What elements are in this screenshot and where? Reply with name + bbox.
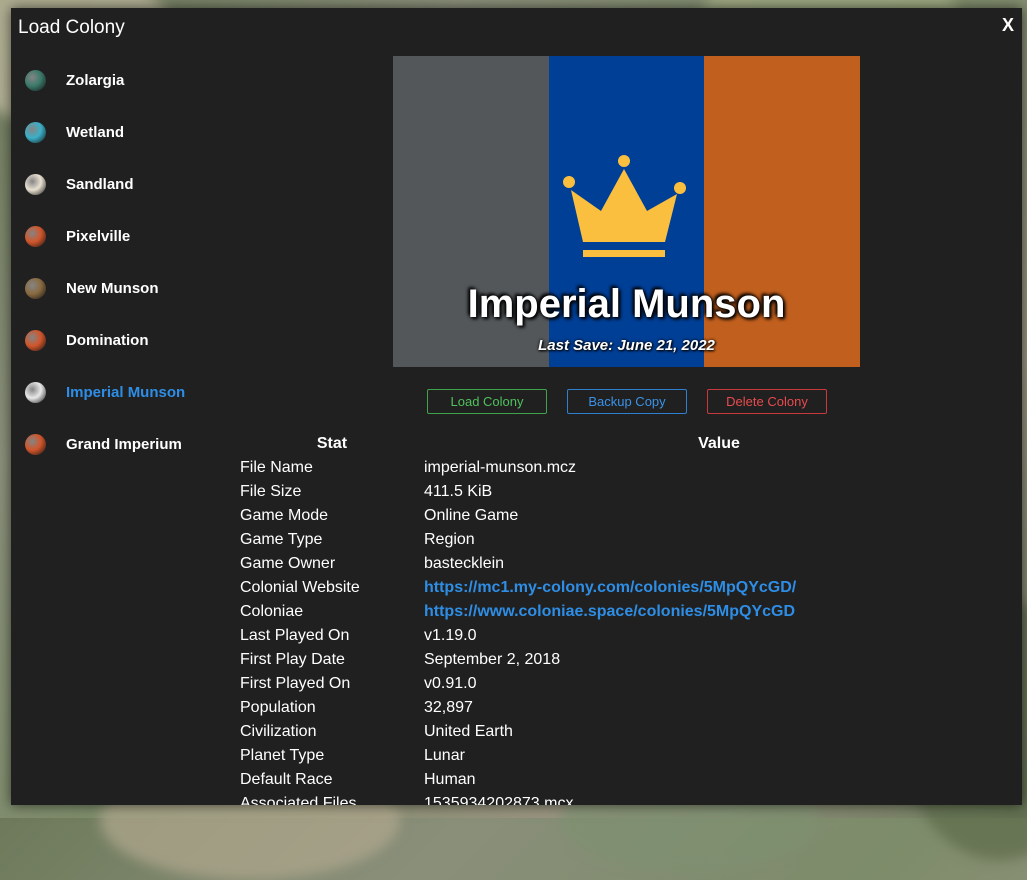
banner-colony-name: Imperial Munson bbox=[467, 282, 786, 326]
stat-label: Game Mode bbox=[240, 507, 329, 524]
colony-item-domination[interactable]: Domination bbox=[23, 314, 223, 366]
planet-lunar-icon bbox=[25, 381, 46, 403]
stat-value: imperial-munson.mcz bbox=[424, 459, 577, 476]
banner-last-save: Last Save: June 21, 2022 bbox=[538, 337, 715, 354]
planet-mars-icon bbox=[25, 329, 46, 351]
stat-label: Colonial Website bbox=[240, 579, 360, 596]
stat-row: Coloniae https://www.coloniae.space/colon… bbox=[240, 600, 1014, 624]
load-colony-dialog: Load Colony X Zolargia Wetland Sandland Pix… bbox=[11, 8, 1022, 805]
close-button[interactable]: X bbox=[1002, 15, 1014, 36]
stat-value: Online Game bbox=[424, 507, 519, 524]
stat-label: Last Played On bbox=[240, 627, 350, 644]
stat-row: Population 32,897 bbox=[240, 696, 1014, 720]
load-colony-button[interactable]: Load Colony bbox=[427, 389, 547, 414]
colony-item-zolargia[interactable]: Zolargia bbox=[23, 54, 223, 106]
planet-sand-icon bbox=[25, 173, 46, 195]
stat-label: Planet Type bbox=[240, 747, 325, 764]
stats-header: Stat Value bbox=[240, 432, 1014, 456]
stat-column-header: Stat bbox=[316, 435, 348, 452]
stat-label: File Size bbox=[240, 483, 302, 500]
stat-value: 32,897 bbox=[424, 699, 473, 716]
colony-banner: Imperial Munson Last Save: June 21, 2022 bbox=[393, 56, 861, 367]
stat-label: Coloniae bbox=[240, 603, 304, 620]
stat-value: Lunar bbox=[424, 747, 465, 764]
colony-item-imperial-munson[interactable]: Imperial Munson bbox=[23, 366, 223, 418]
colony-item-grand-imperium[interactable]: Grand Imperium bbox=[23, 418, 223, 470]
planet-water-icon bbox=[25, 121, 46, 143]
stat-value: v0.91.0 bbox=[424, 675, 477, 692]
stat-label: Default Race bbox=[240, 771, 333, 788]
stat-value: 1535934202873.mcx bbox=[424, 795, 574, 805]
crown-icon bbox=[563, 155, 686, 257]
planet-earthlike-icon bbox=[25, 69, 46, 91]
stat-value: United Earth bbox=[424, 723, 513, 740]
colony-name: Sandland bbox=[66, 175, 134, 193]
stat-label: Population bbox=[240, 699, 316, 716]
colony-item-pixelville[interactable]: Pixelville bbox=[23, 210, 223, 262]
stat-value: Region bbox=[424, 531, 475, 548]
stat-row: File Name imperial-munson.mcz bbox=[240, 456, 1014, 480]
stat-row: Last Played On v1.19.0 bbox=[240, 624, 1014, 648]
stat-value: Human bbox=[424, 771, 476, 788]
colony-name: Grand Imperium bbox=[66, 435, 182, 453]
delete-colony-button[interactable]: Delete Colony bbox=[707, 389, 827, 414]
colony-name: Domination bbox=[66, 331, 149, 349]
colony-item-sandland[interactable]: Sandland bbox=[23, 158, 223, 210]
stat-value: 411.5 KiB bbox=[424, 483, 493, 500]
stat-row: Game Type Region bbox=[240, 528, 1014, 552]
asteroid-icon bbox=[25, 277, 46, 299]
stat-value: v1.19.0 bbox=[424, 627, 477, 644]
stat-value-link[interactable]: https://www.coloniae.space/colonies/5MpQ… bbox=[424, 603, 795, 621]
backup-copy-button[interactable]: Backup Copy bbox=[567, 389, 687, 414]
action-buttons: Load Colony Backup Copy Delete Colony bbox=[427, 389, 827, 414]
stat-row: Colonial Website https://mc1.my-colony.co… bbox=[240, 576, 1014, 600]
dialog-title: Load Colony bbox=[18, 17, 125, 38]
stat-row: Planet Type Lunar bbox=[240, 744, 1014, 768]
stat-value: bastecklein bbox=[424, 555, 505, 572]
colony-name: New Munson bbox=[66, 279, 159, 297]
colony-name: Imperial Munson bbox=[66, 383, 186, 401]
planet-mars-icon bbox=[25, 433, 46, 455]
stat-row: File Size 411.5 KiB bbox=[240, 480, 1014, 504]
stat-label: Game Type bbox=[240, 531, 323, 548]
planet-mars-icon bbox=[25, 225, 46, 247]
stat-row: Associated Files 1535934202873.mcx bbox=[240, 792, 1014, 805]
stat-row: Default Race Human bbox=[240, 768, 1014, 792]
stat-label: First Played On bbox=[240, 675, 351, 692]
colony-name: Zolargia bbox=[66, 71, 125, 89]
colony-list: Zolargia Wetland Sandland Pixelville New Mun… bbox=[23, 54, 223, 470]
stat-label: First Play Date bbox=[240, 651, 345, 668]
colony-item-new-munson[interactable]: New Munson bbox=[23, 262, 223, 314]
stat-row: First Play Date September 2, 2018 bbox=[240, 648, 1014, 672]
colony-name: Pixelville bbox=[66, 227, 131, 245]
colony-item-wetland[interactable]: Wetland bbox=[23, 106, 223, 158]
stat-label: Associated Files bbox=[240, 795, 357, 805]
stat-row: Game Owner bastecklein bbox=[240, 552, 1014, 576]
stat-label: Civilization bbox=[240, 723, 317, 740]
stat-row: Civilization United Earth bbox=[240, 720, 1014, 744]
stat-label: File Name bbox=[240, 459, 313, 476]
value-column-header: Value bbox=[698, 435, 740, 452]
stat-label: Game Owner bbox=[240, 555, 336, 572]
stats-table: Stat Value File Name imperial-munson.mcz F… bbox=[240, 432, 1014, 805]
stat-row: First Played On v0.91.0 bbox=[240, 672, 1014, 696]
colony-name: Wetland bbox=[66, 123, 125, 141]
stat-row: Game Mode Online Game bbox=[240, 504, 1014, 528]
stat-value: September 2, 2018 bbox=[424, 651, 561, 668]
stat-value-link[interactable]: https://mc1.my-colony.com/colonies/5MpQY… bbox=[424, 579, 796, 597]
